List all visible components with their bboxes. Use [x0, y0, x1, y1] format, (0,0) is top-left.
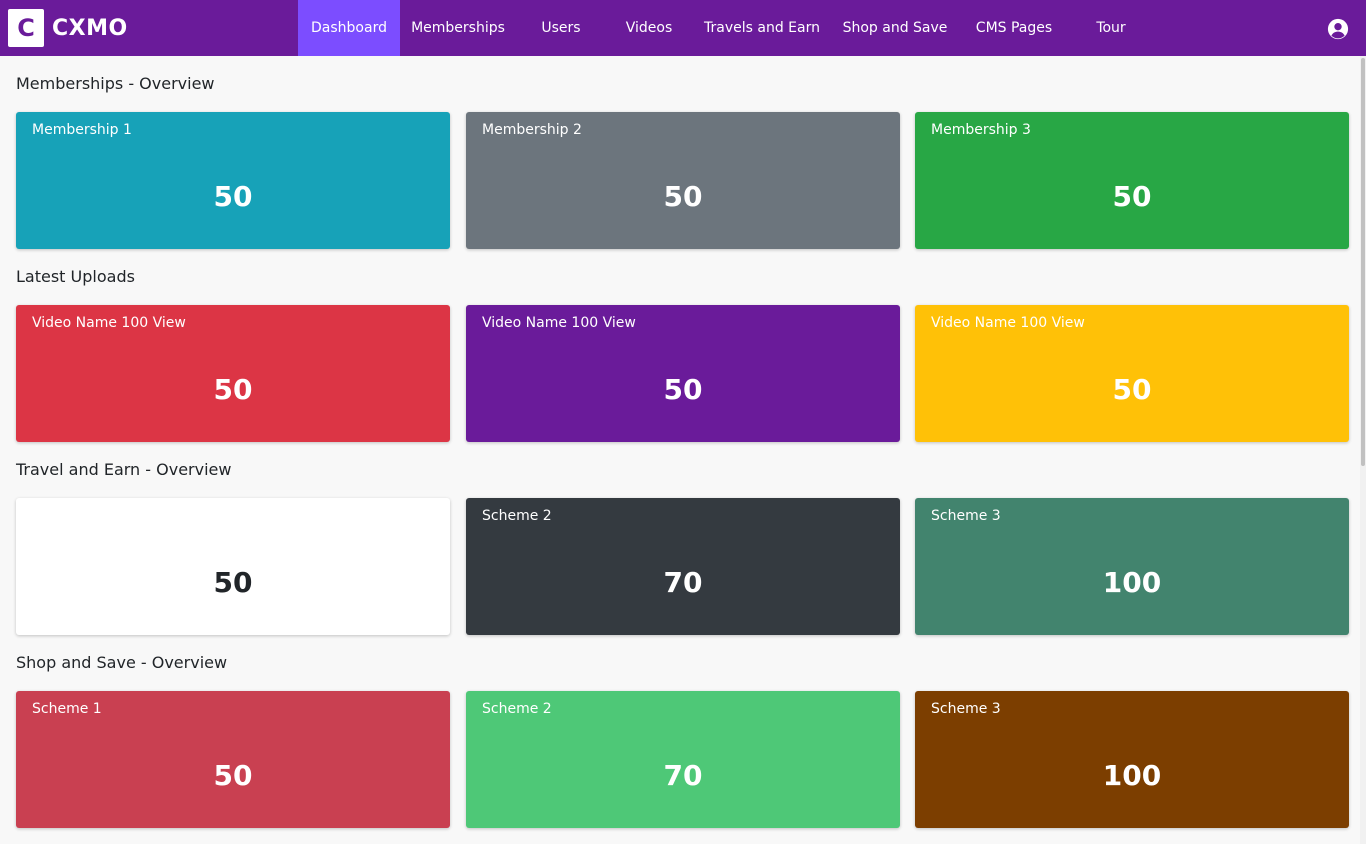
card-value: 70 — [663, 759, 703, 792]
card-value: 50 — [213, 373, 253, 406]
travel-card-3[interactable]: Scheme 3 100 — [915, 498, 1349, 635]
card-value: 50 — [213, 180, 253, 213]
travel-card-1[interactable]: 50 — [16, 498, 450, 635]
scrollbar-thumb[interactable] — [1361, 58, 1365, 466]
card-label: Scheme 1 — [32, 701, 102, 717]
membership-card-1[interactable]: Membership 1 50 — [16, 112, 450, 249]
upload-card-2[interactable]: Video Name 100 View 50 — [466, 305, 900, 442]
card-value: 50 — [1112, 373, 1152, 406]
card-value: 50 — [663, 373, 703, 406]
membership-card-3[interactable]: Membership 3 50 — [915, 112, 1349, 249]
shop-card-3[interactable]: Scheme 3 100 — [915, 691, 1349, 828]
card-value: 50 — [213, 759, 253, 792]
card-label: Video Name 100 View — [482, 315, 636, 331]
upload-card-1[interactable]: Video Name 100 View 50 — [16, 305, 450, 442]
card-label: Video Name 100 View — [32, 315, 186, 331]
card-value: 50 — [1112, 180, 1152, 213]
account-circle-icon[interactable] — [1327, 18, 1349, 40]
card-value: 70 — [663, 566, 703, 599]
card-label: Scheme 2 — [482, 701, 552, 717]
nav-cms-pages[interactable]: CMS Pages — [966, 0, 1062, 56]
card-label: Membership 3 — [931, 122, 1031, 138]
brand-name: CXMO — [52, 15, 128, 41]
travel-card-2[interactable]: Scheme 2 70 — [466, 498, 900, 635]
brand-logo: C — [8, 9, 44, 47]
brand[interactable]: C CXMO — [8, 9, 128, 47]
section-title-memberships: Memberships - Overview — [16, 74, 215, 93]
nav-travels-and-earn[interactable]: Travels and Earn — [700, 0, 824, 56]
nav-users[interactable]: Users — [524, 0, 598, 56]
card-value: 50 — [213, 566, 253, 599]
card-label: Membership 1 — [32, 122, 132, 138]
nav-dashboard[interactable]: Dashboard — [298, 0, 400, 56]
top-navbar: C CXMO Dashboard Memberships Users Video… — [0, 0, 1366, 56]
nav-memberships[interactable]: Memberships — [404, 0, 512, 56]
section-title-travel-and-earn: Travel and Earn - Overview — [16, 460, 232, 479]
nav-tour[interactable]: Tour — [1074, 0, 1148, 56]
section-title-latest-uploads: Latest Uploads — [16, 267, 135, 286]
nav-videos[interactable]: Videos — [610, 0, 688, 56]
card-value: 50 — [663, 180, 703, 213]
card-label: Scheme 3 — [931, 701, 1001, 717]
shop-card-2[interactable]: Scheme 2 70 — [466, 691, 900, 828]
card-label: Scheme 3 — [931, 508, 1001, 524]
nav-shop-and-save[interactable]: Shop and Save — [836, 0, 954, 56]
card-value: 100 — [1102, 759, 1162, 792]
section-title-shop-and-save: Shop and Save - Overview — [16, 653, 228, 672]
card-label: Membership 2 — [482, 122, 582, 138]
card-label: Scheme 2 — [482, 508, 552, 524]
card-label: Video Name 100 View — [931, 315, 1085, 331]
membership-card-2[interactable]: Membership 2 50 — [466, 112, 900, 249]
upload-card-3[interactable]: Video Name 100 View 50 — [915, 305, 1349, 442]
shop-card-1[interactable]: Scheme 1 50 — [16, 691, 450, 828]
card-value: 100 — [1102, 566, 1162, 599]
